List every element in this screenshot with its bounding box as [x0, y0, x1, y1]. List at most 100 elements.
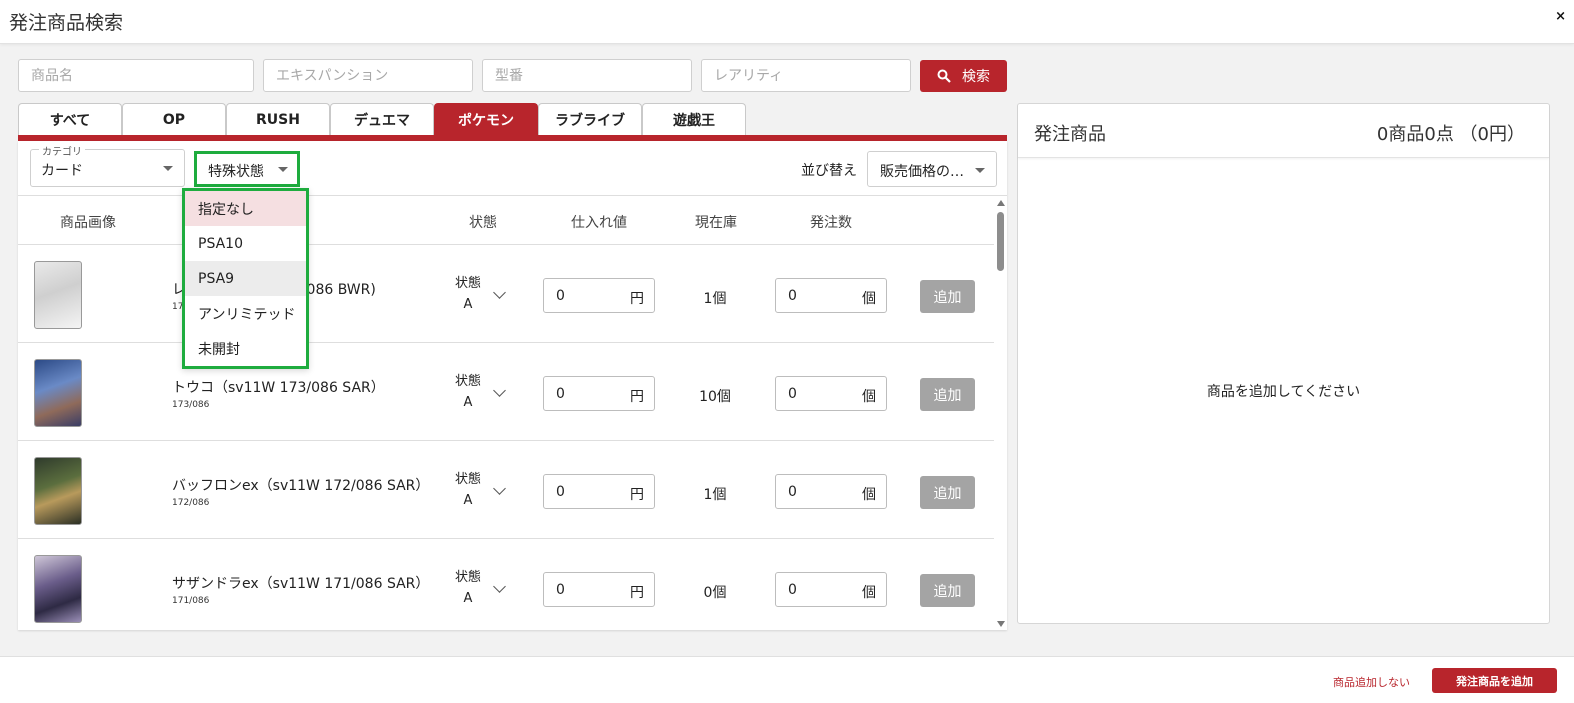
sort-select[interactable]: 販売価格の… — [867, 151, 997, 187]
dialog-title: 発注商品検索 — [9, 12, 124, 34]
list-scrollbar[interactable] — [995, 196, 1007, 630]
model-number-input[interactable] — [482, 59, 692, 92]
sort-label: 並び替え — [801, 163, 857, 179]
order-unit: 個 — [862, 585, 876, 601]
skip-add-link[interactable]: 商品追加しない — [1333, 674, 1410, 690]
product-code: 171/086 — [172, 596, 210, 606]
condition-select[interactable]: 状態 A — [454, 371, 482, 413]
chevron-down-icon[interactable] — [493, 580, 506, 593]
tab-op[interactable]: OP — [122, 103, 226, 136]
empty-message: 商品を追加してください — [1206, 384, 1361, 400]
card-image — [34, 261, 82, 329]
chevron-down-icon[interactable] — [493, 286, 506, 299]
option-unlimited[interactable]: アンリミテッド — [185, 296, 306, 331]
add-button[interactable]: 追加 — [920, 476, 975, 509]
cost-unit: 円 — [630, 389, 644, 405]
order-summary: 0商品0点 （0円） — [1376, 124, 1525, 145]
order-panel-title: 発注商品 — [1034, 124, 1106, 145]
condition-label: 状態 — [454, 276, 481, 291]
condition-grade: A — [463, 493, 473, 508]
condition-select[interactable]: 状態 A — [454, 567, 482, 609]
category-select[interactable]: カテゴリ カード — [30, 143, 185, 187]
add-button[interactable]: 追加 — [920, 280, 975, 313]
rarity-input[interactable] — [701, 59, 911, 92]
cost-unit: 円 — [630, 585, 644, 601]
option-psa9[interactable]: PSA9 — [185, 261, 306, 296]
special-state-select[interactable]: 特殊状態 — [194, 151, 300, 187]
tab-yugioh[interactable]: 遊戯王 — [642, 103, 746, 136]
cost-input[interactable]: 0円 — [543, 474, 655, 509]
cost-value: 0 — [556, 386, 565, 402]
cost-input[interactable]: 0円 — [543, 572, 655, 607]
card-image — [34, 359, 82, 427]
order-value: 0 — [788, 386, 797, 402]
cost-value: 0 — [556, 484, 565, 500]
condition-label: 状態 — [454, 570, 481, 585]
special-state-dropdown: 指定なし PSA10 PSA9 アンリミテッド 未開封 — [182, 188, 309, 369]
product-name: バッフロンex（sv11W 172/086 SAR） — [172, 478, 430, 494]
condition-grade: A — [463, 395, 473, 410]
search-button[interactable]: 検索 — [920, 60, 1007, 92]
tab-rush[interactable]: RUSH — [226, 103, 330, 136]
order-qty-input[interactable]: 0個 — [775, 572, 887, 607]
product-name-input[interactable] — [18, 59, 254, 92]
product-code: 173/086 — [172, 400, 210, 410]
card-image — [34, 457, 82, 525]
order-qty-input[interactable]: 0個 — [775, 278, 887, 313]
order-qty-input[interactable]: 0個 — [775, 376, 887, 411]
cost-value: 0 — [556, 582, 565, 598]
cost-unit: 円 — [630, 291, 644, 307]
condition-select[interactable]: 状態 A — [454, 273, 482, 315]
category-value: カード — [41, 163, 83, 179]
order-panel-header: 発注商品 0商品0点 （0円） — [1018, 104, 1549, 158]
scroll-thumb[interactable] — [997, 212, 1004, 271]
tab-all[interactable]: すべて — [18, 103, 122, 136]
stock-value: 0個 — [703, 585, 727, 601]
dialog-footer: 商品追加しない 発注商品を追加 — [0, 656, 1574, 703]
category-tabs: すべて OP RUSH デュエマ ポケモン ラブライブ 遊戯王 — [18, 103, 746, 136]
add-button[interactable]: 追加 — [920, 574, 975, 607]
cost-input[interactable]: 0円 — [543, 278, 655, 313]
option-sealed[interactable]: 未開封 — [185, 331, 306, 366]
order-qty-input[interactable]: 0個 — [775, 474, 887, 509]
condition-grade: A — [463, 297, 473, 312]
order-unit: 個 — [862, 389, 876, 405]
special-state-value: 特殊状態 — [208, 164, 264, 180]
column-cost: 仕入れ値 — [571, 215, 627, 231]
table-row: レ 74/086 BWR) 17 状態A 0円 1個 0個 追加 — [18, 245, 994, 343]
product-code: 172/086 — [172, 498, 210, 508]
column-image: 商品画像 — [60, 215, 116, 231]
product-list-panel: カテゴリ カード 特殊状態 並び替え 販売価格の… 商品画像 状態 仕入れ値 現… — [18, 141, 1007, 630]
chevron-down-icon[interactable] — [493, 482, 506, 495]
expansion-input[interactable] — [263, 59, 473, 92]
stock-value: 10個 — [699, 389, 731, 405]
condition-label: 状態 — [454, 374, 481, 389]
tab-duel-masters[interactable]: デュエマ — [330, 103, 434, 136]
option-none[interactable]: 指定なし — [185, 191, 306, 226]
condition-select[interactable]: 状態 A — [454, 469, 482, 511]
tab-love-live[interactable]: ラブライブ — [538, 103, 642, 136]
scroll-up-icon[interactable] — [997, 200, 1005, 206]
chevron-down-icon[interactable] — [493, 384, 506, 397]
column-stock: 現在庫 — [695, 215, 737, 231]
order-value: 0 — [788, 288, 797, 304]
close-icon[interactable]: × — [1555, 9, 1566, 24]
category-legend: カテゴリ — [39, 143, 85, 158]
add-button[interactable]: 追加 — [920, 378, 975, 411]
order-unit: 個 — [862, 487, 876, 503]
table-row: サザンドラex（sv11W 171/086 SAR） 171/086 状態 A 0… — [18, 539, 994, 630]
order-value: 0 — [788, 484, 797, 500]
cost-input[interactable]: 0円 — [543, 376, 655, 411]
order-value: 0 — [788, 582, 797, 598]
add-order-items-button[interactable]: 発注商品を追加 — [1432, 668, 1557, 693]
sort-value: 販売価格の… — [880, 164, 964, 180]
caret-down-icon — [278, 167, 288, 172]
order-unit: 個 — [862, 291, 876, 307]
product-name: トウコ（sv11W 173/086 SAR） — [172, 380, 385, 396]
option-psa10[interactable]: PSA10 — [185, 226, 306, 261]
caret-down-icon — [975, 168, 985, 173]
scroll-down-icon[interactable] — [997, 621, 1005, 627]
tab-pokemon[interactable]: ポケモン — [434, 103, 538, 136]
search-icon — [937, 69, 951, 83]
card-image — [34, 555, 82, 623]
